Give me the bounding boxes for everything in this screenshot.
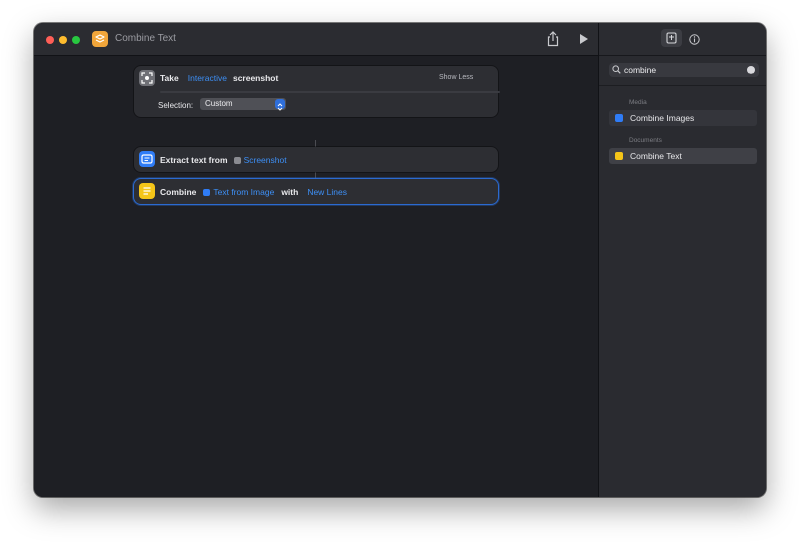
library-item-label: Combine Text — [630, 151, 682, 161]
combine-text-icon — [139, 183, 155, 199]
combine-images-icon — [615, 114, 623, 122]
title-bar: Combine Text — [34, 23, 598, 56]
screenshot-variable[interactable]: Screenshot — [233, 155, 287, 165]
divider — [160, 91, 500, 93]
combine-text-icon — [615, 152, 623, 160]
minimize-button[interactable] — [59, 36, 67, 44]
divider — [599, 85, 766, 86]
selection-value: Custom — [205, 99, 233, 108]
action-verb: Combine — [160, 187, 197, 197]
text-from-image-variable-icon — [203, 188, 211, 196]
shortcuts-app-icon — [92, 31, 108, 47]
play-icon[interactable] — [578, 32, 590, 46]
action-object: screenshot — [232, 73, 279, 83]
library-item-combine-images[interactable]: Combine Images — [609, 110, 757, 126]
library-item-label: Combine Images — [630, 113, 695, 123]
show-less-button[interactable]: Show Less — [439, 74, 473, 81]
action-search-field[interactable]: combine — [609, 63, 759, 77]
action-library-sidebar: combine Media Combine Images Documents C… — [598, 23, 766, 497]
editor-canvas: Take Interactive screenshot Show Less Se… — [34, 56, 598, 497]
chevron-updown-icon — [275, 99, 285, 111]
close-button[interactable] — [46, 36, 54, 44]
variable-label: Text from Image — [213, 187, 275, 197]
search-icon — [612, 65, 621, 74]
library-icon[interactable] — [661, 29, 682, 47]
section-heading-media: Media — [629, 99, 647, 106]
action-connector — [315, 140, 316, 147]
zoom-button[interactable] — [72, 36, 80, 44]
section-heading-documents: Documents — [629, 137, 662, 144]
sidebar-toolbar — [599, 23, 766, 56]
clear-icon[interactable] — [747, 66, 755, 77]
shortcuts-window: Combine Text Take Interactive screenshot… — [34, 23, 766, 497]
with-label: with — [281, 187, 299, 197]
extract-text-icon — [139, 151, 155, 167]
variable-label: Screenshot — [243, 155, 287, 165]
library-item-combine-text[interactable]: Combine Text — [609, 148, 757, 164]
action-text: Extract text from — [160, 155, 228, 165]
share-icon[interactable] — [546, 31, 560, 47]
info-icon[interactable] — [689, 32, 700, 45]
separator-token[interactable]: New Lines — [307, 187, 347, 197]
search-input[interactable]: combine — [624, 65, 656, 75]
combine-text-action[interactable]: Combine Text from Image with New Lines — [134, 179, 498, 204]
action-connector — [315, 172, 316, 179]
window-title: Combine Text — [115, 33, 176, 44]
selection-label: Selection: — [158, 101, 194, 110]
text-from-image-variable[interactable]: Text from Image — [203, 187, 274, 197]
screenshot-variable-icon — [233, 156, 241, 164]
selection-popup[interactable]: Custom — [200, 98, 286, 111]
extract-text-action[interactable]: Extract text from Screenshot — [134, 147, 498, 172]
screenshot-icon — [139, 70, 155, 86]
action-verb: Take — [160, 73, 179, 83]
mode-token[interactable]: Interactive — [188, 73, 227, 83]
take-screenshot-action[interactable]: Take Interactive screenshot Show Less Se… — [134, 66, 500, 117]
